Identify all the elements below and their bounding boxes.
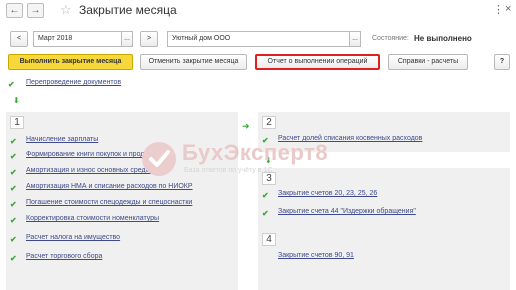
stage-1-item-depreciation[interactable]: Амортизация и износ основных средств bbox=[26, 167, 156, 174]
period-prev-button[interactable]: < bbox=[10, 31, 28, 47]
state-label: Состояние: bbox=[372, 35, 409, 42]
stage-3-item-close-44[interactable]: Закрытие счета 44 "Издержки обращения" bbox=[278, 208, 416, 215]
stage-3-item-close-20-26[interactable]: Закрытие счетов 20, 23, 25, 26 bbox=[278, 190, 377, 197]
state-value: Не выполнено bbox=[414, 34, 472, 43]
period-next-button[interactable]: > bbox=[140, 31, 158, 47]
stage-1-item-payroll[interactable]: Начисление зарплаты bbox=[26, 136, 98, 143]
check-icon: ✔ bbox=[10, 152, 17, 161]
run-close-month-button[interactable]: Выполнить закрытие месяца bbox=[8, 54, 133, 70]
stage-1-number: 1 bbox=[10, 116, 24, 129]
arrow-right-icon: → bbox=[30, 5, 41, 16]
stage-4-item-close-90-91[interactable]: Закрытие счетов 90, 91 bbox=[278, 252, 354, 259]
stage-1-item-workwear[interactable]: Погашение стоимости спецодежды и спецосн… bbox=[26, 199, 192, 206]
period-field[interactable]: Март 2018 bbox=[33, 31, 122, 47]
stage-1-item-trade-fee[interactable]: Расчет торгового сбора bbox=[26, 253, 102, 260]
period-picker-button[interactable]: ... bbox=[121, 31, 133, 47]
watermark: БухЭксперт8 База ответов по учёту в 1С bbox=[140, 140, 328, 180]
stage-3-panel bbox=[258, 168, 510, 230]
check-icon: ✔ bbox=[10, 200, 17, 209]
cancel-close-month-button[interactable]: Отменить закрытие месяца bbox=[140, 54, 247, 70]
repost-documents-link[interactable]: Перепроведение документов bbox=[26, 79, 121, 86]
watermark-logo-icon bbox=[142, 142, 176, 176]
stage-1-item-ledger[interactable]: Формирование книги покупок и продаж bbox=[26, 151, 153, 158]
arrow-right-icon: ➜ bbox=[242, 121, 250, 131]
close-icon[interactable]: × bbox=[505, 3, 511, 15]
check-icon: ✔ bbox=[10, 184, 17, 193]
title-bar: ← → ☆ Закрытие месяца ⋮ × bbox=[0, 0, 516, 24]
stage-1-item-property-tax[interactable]: Расчет налога на имущество bbox=[26, 234, 120, 241]
stage-4-number: 4 bbox=[262, 233, 276, 246]
check-icon: ✔ bbox=[10, 216, 17, 225]
check-icon: ✔ bbox=[10, 254, 17, 263]
watermark-title: БухЭксперт8 bbox=[182, 140, 329, 165]
stage-2-number: 2 bbox=[262, 116, 276, 129]
check-icon: ✔ bbox=[262, 209, 269, 218]
star-icon[interactable]: ☆ bbox=[60, 2, 72, 18]
forward-button[interactable]: → bbox=[27, 3, 44, 18]
arrow-down-icon: ⬇ bbox=[13, 96, 20, 105]
organization-field[interactable]: Уютный дом ООО bbox=[167, 31, 350, 47]
check-icon: ✔ bbox=[262, 191, 269, 200]
check-icon: ✔ bbox=[10, 168, 17, 177]
check-icon: ✔ bbox=[8, 80, 15, 89]
operations-report-button[interactable]: Отчет о выполнении операций bbox=[255, 54, 380, 70]
stage-1-item-intangibles[interactable]: Амортизация НМА и списание расходов по Н… bbox=[26, 183, 193, 190]
stage-1-item-cost-adjustment[interactable]: Корректировка стоимости номенклатуры bbox=[26, 215, 159, 222]
arrow-left-icon: ← bbox=[9, 5, 20, 16]
organization-picker-button[interactable]: ... bbox=[349, 31, 361, 47]
check-icon: ✔ bbox=[10, 235, 17, 244]
more-icon[interactable]: ⋮ bbox=[493, 4, 504, 16]
help-calculations-button[interactable]: Справки - расчеты bbox=[388, 54, 468, 70]
stage-4-panel bbox=[258, 229, 510, 290]
back-button[interactable]: ← bbox=[6, 3, 23, 18]
check-icon: ✔ bbox=[10, 137, 17, 146]
watermark-subtitle: База ответов по учёту в 1С bbox=[184, 167, 273, 174]
help-button[interactable]: ? bbox=[494, 54, 510, 70]
page-title: Закрытие месяца bbox=[79, 3, 177, 17]
